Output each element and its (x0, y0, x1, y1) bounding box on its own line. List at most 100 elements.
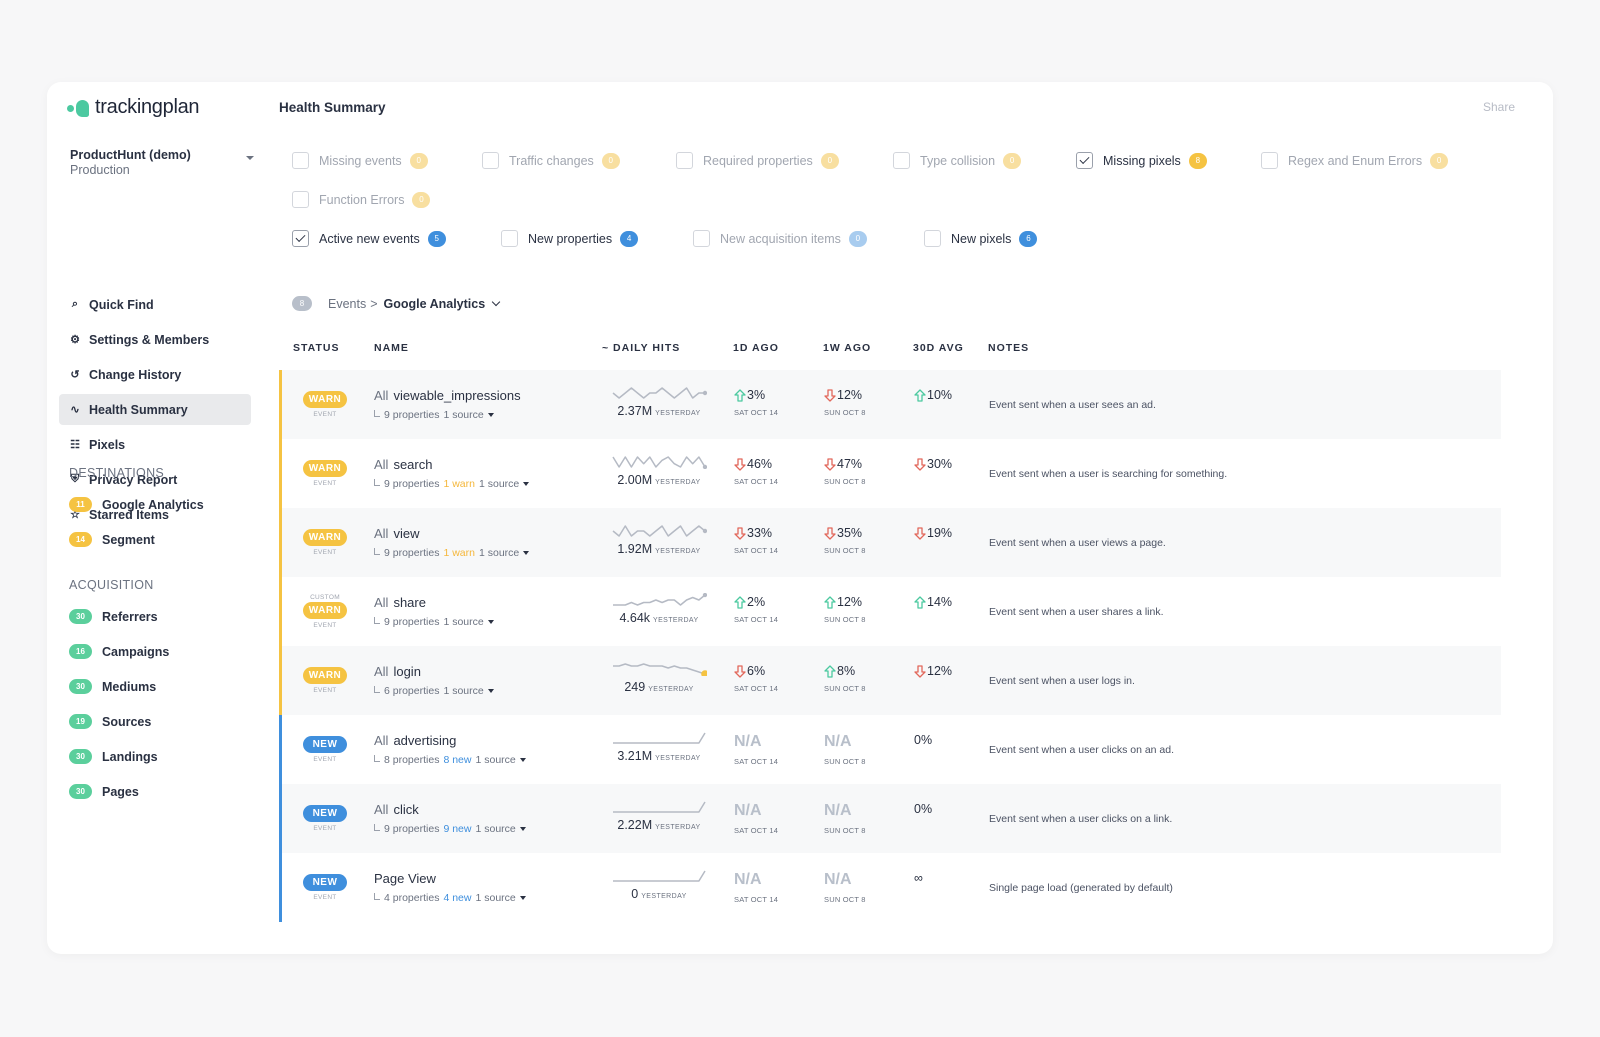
column-status[interactable]: STATUS (293, 342, 339, 354)
event-name[interactable]: Page View (374, 871, 526, 886)
filter-new-properties[interactable]: New properties 4 (501, 230, 639, 247)
filter-missing-events[interactable]: Missing events 0 (292, 152, 428, 169)
caret-down-icon[interactable] (487, 620, 494, 624)
filter-missing-pixels[interactable]: Missing pixels 8 (1076, 152, 1207, 169)
properties-count[interactable]: 6 properties (384, 685, 439, 697)
warn-count[interactable]: 1 warn (443, 478, 475, 490)
sidebar-item-mediums[interactable]: 30 Mediums (69, 669, 259, 704)
sources-count[interactable]: 1 source (475, 892, 515, 904)
checkbox[interactable] (693, 230, 710, 247)
caret-down-icon[interactable] (519, 827, 526, 831)
caret-down-icon[interactable] (523, 482, 530, 486)
table-row[interactable]: NEW EVENT All click 9 properties 9 new 1 … (279, 784, 1501, 853)
event-type-label: EVENT (313, 825, 337, 832)
filter-required-properties[interactable]: Required properties 0 (676, 152, 839, 169)
table-row[interactable]: WARN EVENT All viewable_impressions 9 pro… (279, 370, 1501, 439)
event-name[interactable]: All login (374, 664, 494, 679)
event-name[interactable]: All click (374, 802, 526, 817)
filter-function-errors[interactable]: Function Errors 0 (292, 191, 431, 208)
caret-down-icon[interactable] (523, 551, 530, 555)
column-name[interactable]: NAME (374, 342, 409, 354)
checkbox[interactable] (676, 152, 693, 169)
sources-count[interactable]: 1 source (443, 685, 483, 697)
properties-count[interactable]: 9 properties (384, 409, 439, 421)
event-name[interactable]: All advertising (374, 733, 526, 748)
checkbox[interactable] (1076, 152, 1093, 169)
sources-count[interactable]: 1 source (443, 616, 483, 628)
filter-regex-and-enum-errors[interactable]: Regex and Enum Errors 0 (1261, 152, 1449, 169)
filter-new-acquisition-items[interactable]: New acquisition items 0 (693, 230, 867, 247)
yesterday-label: YESTERDAY (655, 755, 701, 762)
1w-ago-value: 35% (824, 526, 866, 540)
checkbox[interactable] (924, 230, 941, 247)
properties-count[interactable]: 8 properties (384, 754, 439, 766)
properties-count[interactable]: 9 properties (384, 478, 439, 490)
sidebar-item-pixels[interactable]: ☷ Pixels (59, 429, 251, 460)
checkbox[interactable] (1261, 152, 1278, 169)
hits-number: 0 (631, 887, 639, 901)
checkbox[interactable] (292, 191, 309, 208)
event-name[interactable]: All share (374, 595, 494, 610)
sources-count[interactable]: 1 source (475, 823, 515, 835)
table-row[interactable]: CUSTOM WARN EVENT All share 9 properties … (279, 577, 1501, 646)
new-count[interactable]: 9 new (443, 823, 471, 835)
new-count[interactable]: 4 new (443, 892, 471, 904)
sidebar-item-google-analytics[interactable]: 11 Google Analytics (69, 487, 259, 522)
filter-type-collision[interactable]: Type collision 0 (893, 152, 1022, 169)
event-name[interactable]: All search (374, 457, 529, 472)
filter-traffic-changes[interactable]: Traffic changes 0 (482, 152, 620, 169)
sidebar-item-quick-find[interactable]: ⌕ Quick Find (59, 289, 251, 320)
properties-count[interactable]: 9 properties (384, 547, 439, 559)
sidebar-item-settings-members[interactable]: ⚙ Settings & Members (59, 324, 251, 355)
filter-new-pixels[interactable]: New pixels 6 (924, 230, 1038, 247)
warn-count[interactable]: 1 warn (443, 547, 475, 559)
arrow-up-icon (734, 388, 746, 402)
share-button[interactable]: Share (1483, 100, 1515, 114)
caret-down-icon[interactable] (519, 758, 526, 762)
caret-down-icon[interactable] (519, 896, 526, 900)
event-name[interactable]: All view (374, 526, 529, 541)
column-1w-ago[interactable]: 1W AGO (823, 342, 871, 354)
project-selector[interactable]: ProductHunt (demo) Production (70, 148, 254, 177)
column-1d-ago[interactable]: 1D AGO (733, 342, 779, 354)
breadcrumb-destination[interactable]: Google Analytics (384, 297, 486, 311)
sources-count[interactable]: 1 source (475, 754, 515, 766)
sources-count[interactable]: 1 source (443, 409, 483, 421)
event-type-label: EVENT (313, 756, 337, 763)
new-count[interactable]: 8 new (443, 754, 471, 766)
sources-count[interactable]: 1 source (479, 547, 519, 559)
sidebar-item-referrers[interactable]: 30 Referrers (69, 599, 259, 634)
breadcrumb-events[interactable]: Events (328, 297, 366, 311)
event-name[interactable]: All viewable_impressions (374, 388, 521, 403)
sidebar-item-campaigns[interactable]: 16 Campaigns (69, 634, 259, 669)
caret-down-icon[interactable] (487, 689, 494, 693)
logo[interactable]: trackingplan (67, 96, 200, 119)
properties-count[interactable]: 9 properties (384, 823, 439, 835)
sidebar-item-segment[interactable]: 14 Segment (69, 522, 259, 557)
checkbox[interactable] (292, 152, 309, 169)
checkbox[interactable] (292, 230, 309, 247)
checkbox[interactable] (893, 152, 910, 169)
status-badge: WARN (303, 529, 347, 546)
status-badge: WARN (303, 460, 347, 477)
chevron-down-icon[interactable] (491, 297, 501, 306)
sidebar-item-landings[interactable]: 30 Landings (69, 739, 259, 774)
sources-count[interactable]: 1 source (479, 478, 519, 490)
checkbox[interactable] (501, 230, 518, 247)
table-row[interactable]: WARN EVENT All login 6 properties 1 sourc… (279, 646, 1501, 715)
sidebar-item-change-history[interactable]: ↺ Change History (59, 359, 251, 390)
column-30d-avg[interactable]: 30D AVG (913, 342, 964, 354)
sidebar-item-health-summary[interactable]: ∿ Health Summary (59, 394, 251, 425)
table-row[interactable]: NEW EVENT All advertising 8 properties 8 … (279, 715, 1501, 784)
table-row[interactable]: NEW EVENT Page View 4 properties 4 new 1… (279, 853, 1501, 922)
filter-active-new-events[interactable]: Active new events 5 (292, 230, 446, 247)
properties-count[interactable]: 4 properties (384, 892, 439, 904)
sidebar-item-pages[interactable]: 30 Pages (69, 774, 259, 809)
table-row[interactable]: WARN EVENT All search 9 properties 1 warn… (279, 439, 1501, 508)
properties-count[interactable]: 9 properties (384, 616, 439, 628)
table-row[interactable]: WARN EVENT All view 9 properties 1 warn 1… (279, 508, 1501, 577)
checkbox[interactable] (482, 152, 499, 169)
column-daily-hits[interactable]: ~ DAILY HITS (602, 342, 680, 354)
caret-down-icon[interactable] (487, 413, 494, 417)
sidebar-item-sources[interactable]: 19 Sources (69, 704, 259, 739)
